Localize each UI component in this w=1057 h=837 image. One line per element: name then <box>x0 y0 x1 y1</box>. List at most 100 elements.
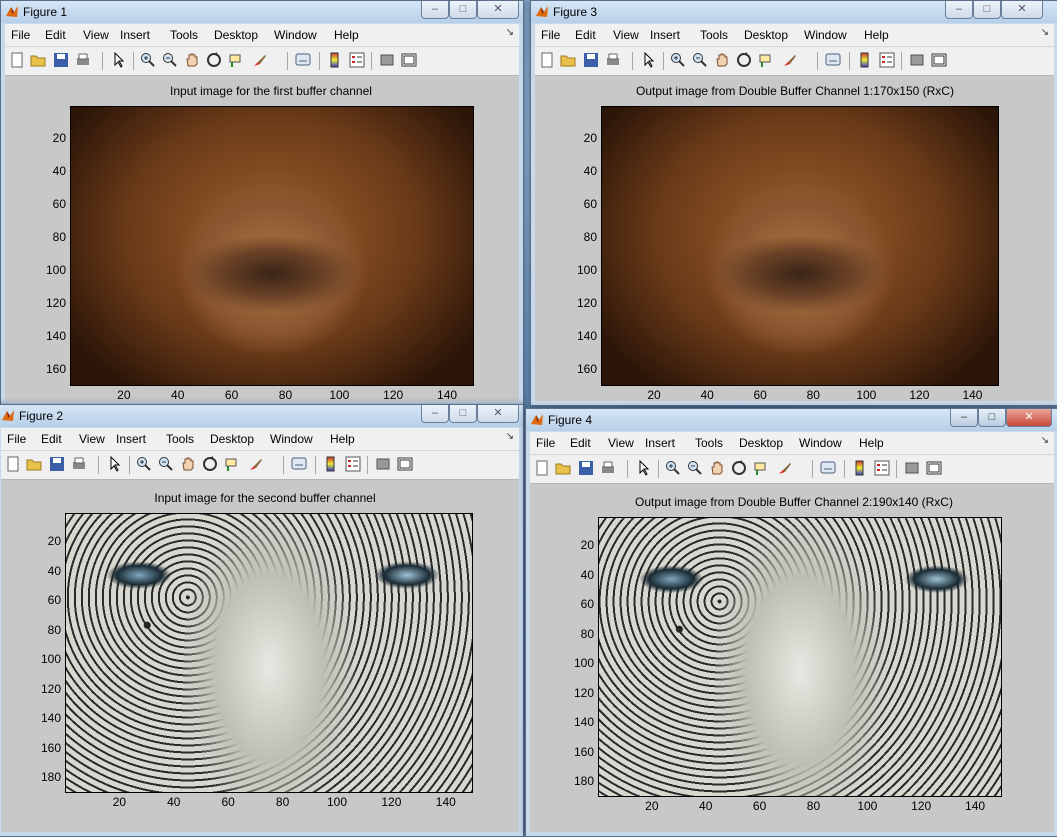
hide-plot-tools-icon[interactable] <box>909 52 925 68</box>
title-bar[interactable]: Figure 1 – □ ✕ <box>1 1 523 23</box>
colorbar-icon[interactable] <box>852 460 868 476</box>
figure-4-window[interactable]: Figure 4 – □ ✕ File Edit View Insert Tools De… <box>525 408 1057 837</box>
link-plot-icon[interactable] <box>291 456 307 472</box>
zoom-out-icon[interactable] <box>158 456 174 472</box>
open-icon[interactable] <box>555 460 571 476</box>
link-plot-icon[interactable] <box>295 52 311 68</box>
figure-1-window[interactable]: Figure 1 – □ ✕ File Edit View Insert Tools De… <box>0 0 524 406</box>
open-icon[interactable] <box>560 52 576 68</box>
menu-window[interactable]: Window <box>799 436 842 450</box>
link-plot-icon[interactable] <box>825 52 841 68</box>
brush-icon[interactable] <box>777 460 793 476</box>
data-cursor-icon[interactable] <box>224 456 240 472</box>
menu-help[interactable]: Help <box>864 28 889 42</box>
brush-icon[interactable] <box>782 52 798 68</box>
menu-window[interactable]: Window <box>274 28 317 42</box>
new-figure-icon[interactable] <box>539 52 555 68</box>
close-button[interactable]: ✕ <box>477 1 519 19</box>
menu-view[interactable]: View <box>608 436 634 450</box>
menu-view[interactable]: View <box>613 28 639 42</box>
menu-view[interactable]: View <box>83 28 109 42</box>
print-icon[interactable] <box>600 460 616 476</box>
minimize-button[interactable]: – <box>945 1 973 19</box>
maximize-button[interactable]: □ <box>978 409 1006 427</box>
link-plot-icon[interactable] <box>820 460 836 476</box>
hide-plot-tools-icon[interactable] <box>379 52 395 68</box>
rotate-3d-icon[interactable] <box>206 52 222 68</box>
zoom-in-icon[interactable] <box>670 52 686 68</box>
menu-desktop[interactable]: Desktop <box>739 436 783 450</box>
show-plot-tools-icon[interactable] <box>926 460 942 476</box>
colorbar-icon[interactable] <box>323 456 339 472</box>
menu-help[interactable]: Help <box>330 432 355 446</box>
maximize-button[interactable]: □ <box>449 1 477 19</box>
close-button[interactable]: ✕ <box>1006 409 1052 427</box>
dock-arrow-icon[interactable]: ↘ <box>1041 435 1049 446</box>
print-icon[interactable] <box>75 52 91 68</box>
data-cursor-icon[interactable] <box>753 460 769 476</box>
edit-plot-icon[interactable] <box>641 51 657 68</box>
zoom-in-icon[interactable] <box>140 52 156 68</box>
zoom-out-icon[interactable] <box>692 52 708 68</box>
legend-icon[interactable] <box>879 52 895 68</box>
maximize-button[interactable]: □ <box>449 405 477 423</box>
pan-icon[interactable] <box>709 460 725 476</box>
open-icon[interactable] <box>26 456 42 472</box>
menu-file[interactable]: File <box>7 432 26 446</box>
data-cursor-icon[interactable] <box>758 52 774 68</box>
zoom-in-icon[interactable] <box>136 456 152 472</box>
data-cursor-icon[interactable] <box>228 52 244 68</box>
brush-icon[interactable] <box>248 456 264 472</box>
menu-desktop[interactable]: Desktop <box>744 28 788 42</box>
close-button[interactable]: ✕ <box>1001 1 1043 19</box>
menu-insert[interactable]: Insert <box>120 28 150 42</box>
new-figure-icon[interactable] <box>9 52 25 68</box>
legend-icon[interactable] <box>874 460 890 476</box>
zoom-out-icon[interactable] <box>162 52 178 68</box>
menu-tools[interactable]: Tools <box>695 436 723 450</box>
save-icon[interactable] <box>578 460 594 476</box>
save-icon[interactable] <box>583 52 599 68</box>
minimize-button[interactable]: – <box>421 405 449 423</box>
legend-icon[interactable] <box>349 52 365 68</box>
menu-window[interactable]: Window <box>804 28 847 42</box>
menu-window[interactable]: Window <box>270 432 313 446</box>
menu-view[interactable]: View <box>79 432 105 446</box>
menu-tools[interactable]: Tools <box>700 28 728 42</box>
title-bar[interactable]: Figure 4 – □ ✕ <box>526 409 1057 431</box>
rotate-3d-icon[interactable] <box>736 52 752 68</box>
maximize-button[interactable]: □ <box>973 1 1001 19</box>
pan-icon[interactable] <box>184 52 200 68</box>
print-icon[interactable] <box>71 456 87 472</box>
rotate-3d-icon[interactable] <box>202 456 218 472</box>
menu-edit[interactable]: Edit <box>570 436 591 450</box>
menu-edit[interactable]: Edit <box>45 28 66 42</box>
legend-icon[interactable] <box>345 456 361 472</box>
menu-tools[interactable]: Tools <box>170 28 198 42</box>
menu-tools[interactable]: Tools <box>166 432 194 446</box>
title-bar[interactable]: Figure 3 – □ ✕ <box>531 1 1057 23</box>
new-figure-icon[interactable] <box>534 460 550 476</box>
menu-insert[interactable]: Insert <box>645 436 675 450</box>
menu-help[interactable]: Help <box>334 28 359 42</box>
menu-insert[interactable]: Insert <box>116 432 146 446</box>
menu-desktop[interactable]: Desktop <box>214 28 258 42</box>
hide-plot-tools-icon[interactable] <box>375 456 391 472</box>
colorbar-icon[interactable] <box>327 52 343 68</box>
menu-help[interactable]: Help <box>859 436 884 450</box>
show-plot-tools-icon[interactable] <box>931 52 947 68</box>
edit-plot-icon[interactable] <box>636 459 652 476</box>
save-icon[interactable] <box>53 52 69 68</box>
save-icon[interactable] <box>49 456 65 472</box>
title-bar[interactable]: Figure 2 – □ ✕ <box>0 405 523 427</box>
print-icon[interactable] <box>605 52 621 68</box>
menu-edit[interactable]: Edit <box>575 28 596 42</box>
figure-2-window[interactable]: Figure 2 – □ ✕ File Edit View Insert Tools De… <box>0 404 524 837</box>
hide-plot-tools-icon[interactable] <box>904 460 920 476</box>
figure-3-window[interactable]: Figure 3 – □ ✕ File Edit View Insert Tools De… <box>530 0 1057 406</box>
colorbar-icon[interactable] <box>857 52 873 68</box>
dock-arrow-icon[interactable]: ↘ <box>1041 27 1049 38</box>
dock-arrow-icon[interactable]: ↘ <box>506 27 514 38</box>
minimize-button[interactable]: – <box>950 409 978 427</box>
pan-icon[interactable] <box>714 52 730 68</box>
